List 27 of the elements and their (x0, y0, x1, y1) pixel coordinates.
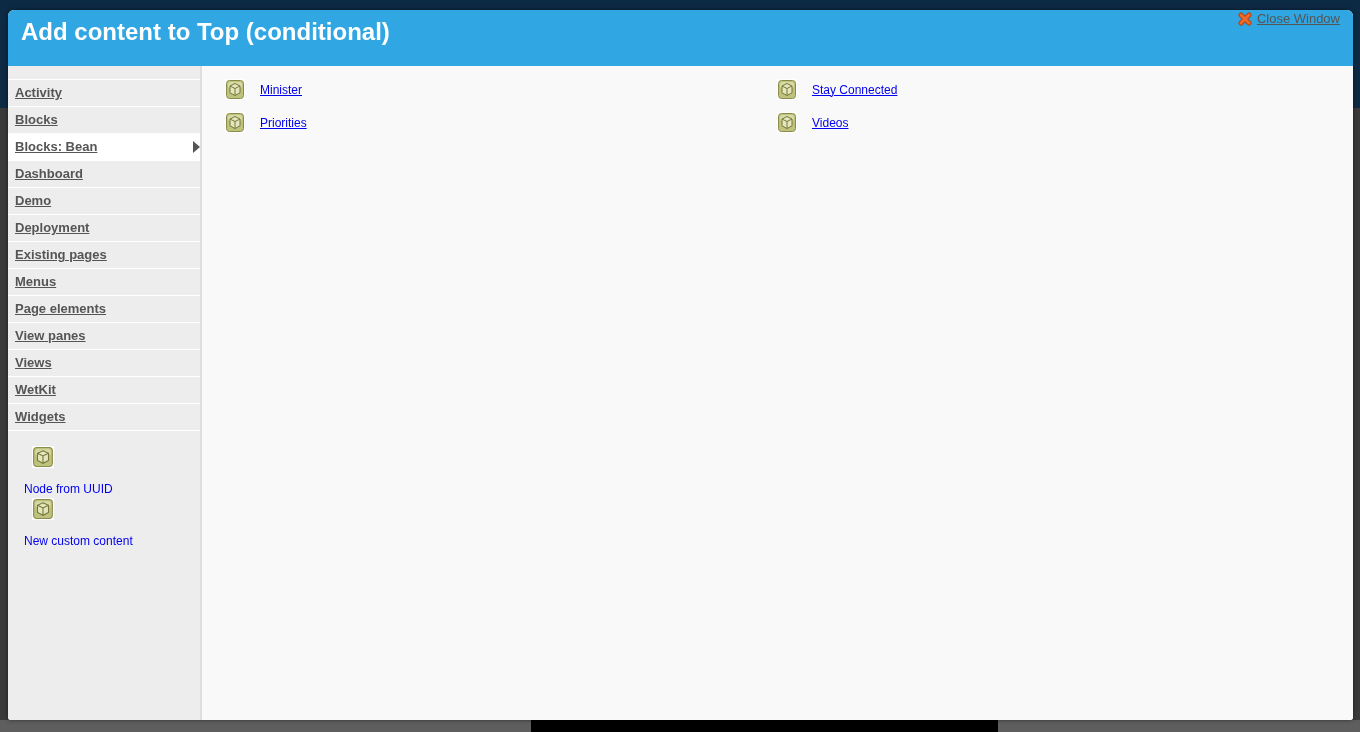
cube-icon (777, 112, 797, 133)
window-title: Add content to Top (conditional) (21, 17, 390, 46)
widget-link[interactable]: Node from UUID (24, 482, 113, 496)
category-tab[interactable]: Page elements (8, 295, 200, 322)
category-tab[interactable]: Demo (8, 187, 200, 214)
content-link[interactable]: Priorities (260, 115, 307, 130)
category-tab[interactable]: Activity (8, 79, 200, 106)
cube-icon (225, 112, 245, 133)
cube-icon (225, 79, 245, 100)
content-link[interactable]: Stay Connected (812, 82, 898, 97)
content-link[interactable]: Videos (812, 115, 849, 130)
category-tab[interactable]: Widgets (8, 403, 200, 431)
widget-link[interactable]: New custom content (24, 534, 133, 548)
category-tab[interactable]: Deployment (8, 214, 200, 241)
cube-icon (32, 497, 54, 520)
category-tab[interactable]: WetKit (8, 376, 200, 403)
category-tab[interactable]: View panes (8, 322, 200, 349)
caret-icon (193, 141, 200, 153)
category-tab[interactable]: Menus (8, 268, 200, 295)
cube-icon (32, 445, 54, 468)
content-link[interactable]: Minister (260, 82, 302, 97)
category-tab[interactable]: Views (8, 349, 200, 376)
category-tab[interactable]: Existing pages (8, 241, 200, 268)
category-tab[interactable]: Dashboard (8, 160, 200, 187)
close-icon (1237, 12, 1252, 26)
cube-icon (777, 79, 797, 100)
category-tab[interactable]: Blocks: Bean (8, 133, 200, 160)
